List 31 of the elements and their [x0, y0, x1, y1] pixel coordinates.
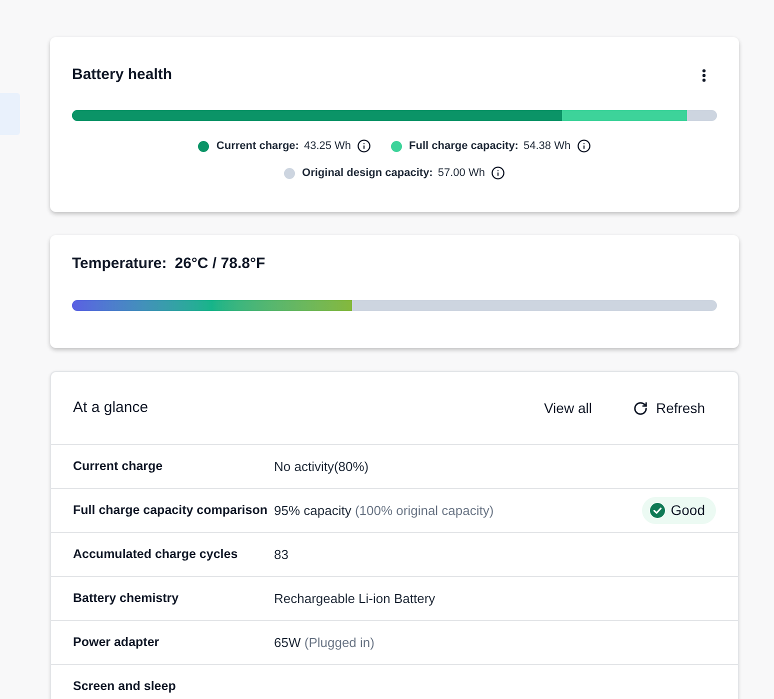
- temperature-value: 26°C / 78.8°F: [174, 254, 266, 274]
- temperature-label: Temperature:: [72, 254, 167, 274]
- check-circle-icon: [650, 503, 665, 518]
- refresh-icon: [632, 400, 648, 416]
- row-value: 95% capacity (100% original capacity): [274, 502, 494, 520]
- view-all-button[interactable]: View all: [536, 392, 600, 424]
- info-icon[interactable]: [490, 166, 505, 180]
- refresh-button[interactable]: Refresh: [624, 392, 716, 424]
- legend-value: 43.25 Wh: [304, 138, 352, 154]
- row-label: Full charge capacity comparison: [73, 502, 269, 520]
- more-options-button[interactable]: [702, 68, 706, 82]
- badge-label: Good: [670, 501, 705, 520]
- row-value: 83: [274, 546, 288, 564]
- info-icon[interactable]: [576, 139, 591, 153]
- card-title: Battery health: [72, 65, 172, 85]
- row-label: Screen and sleep: [73, 678, 177, 696]
- legend-label: Original design capacity:: [302, 166, 433, 181]
- row-value: Rechargeable Li-ion Battery: [274, 590, 436, 608]
- info-icon[interactable]: [357, 139, 372, 153]
- legend-value: 57.00 Wh: [438, 166, 485, 181]
- row-label: Battery chemistry: [73, 590, 180, 608]
- row-value: 65W (Plugged in): [274, 634, 374, 652]
- legend-label: Full charge capacity:: [409, 138, 518, 154]
- row-value: No activity(80%): [274, 458, 369, 476]
- legend-label: Current charge:: [216, 138, 299, 154]
- card-title: At a glance: [73, 398, 148, 418]
- row-label: Accumulated charge cycles: [73, 546, 239, 564]
- more-options-icon: [702, 68, 706, 82]
- row-label: Power adapter: [73, 634, 160, 652]
- row-label: Current charge: [73, 458, 164, 476]
- legend-value: 54.38 Wh: [523, 138, 571, 154]
